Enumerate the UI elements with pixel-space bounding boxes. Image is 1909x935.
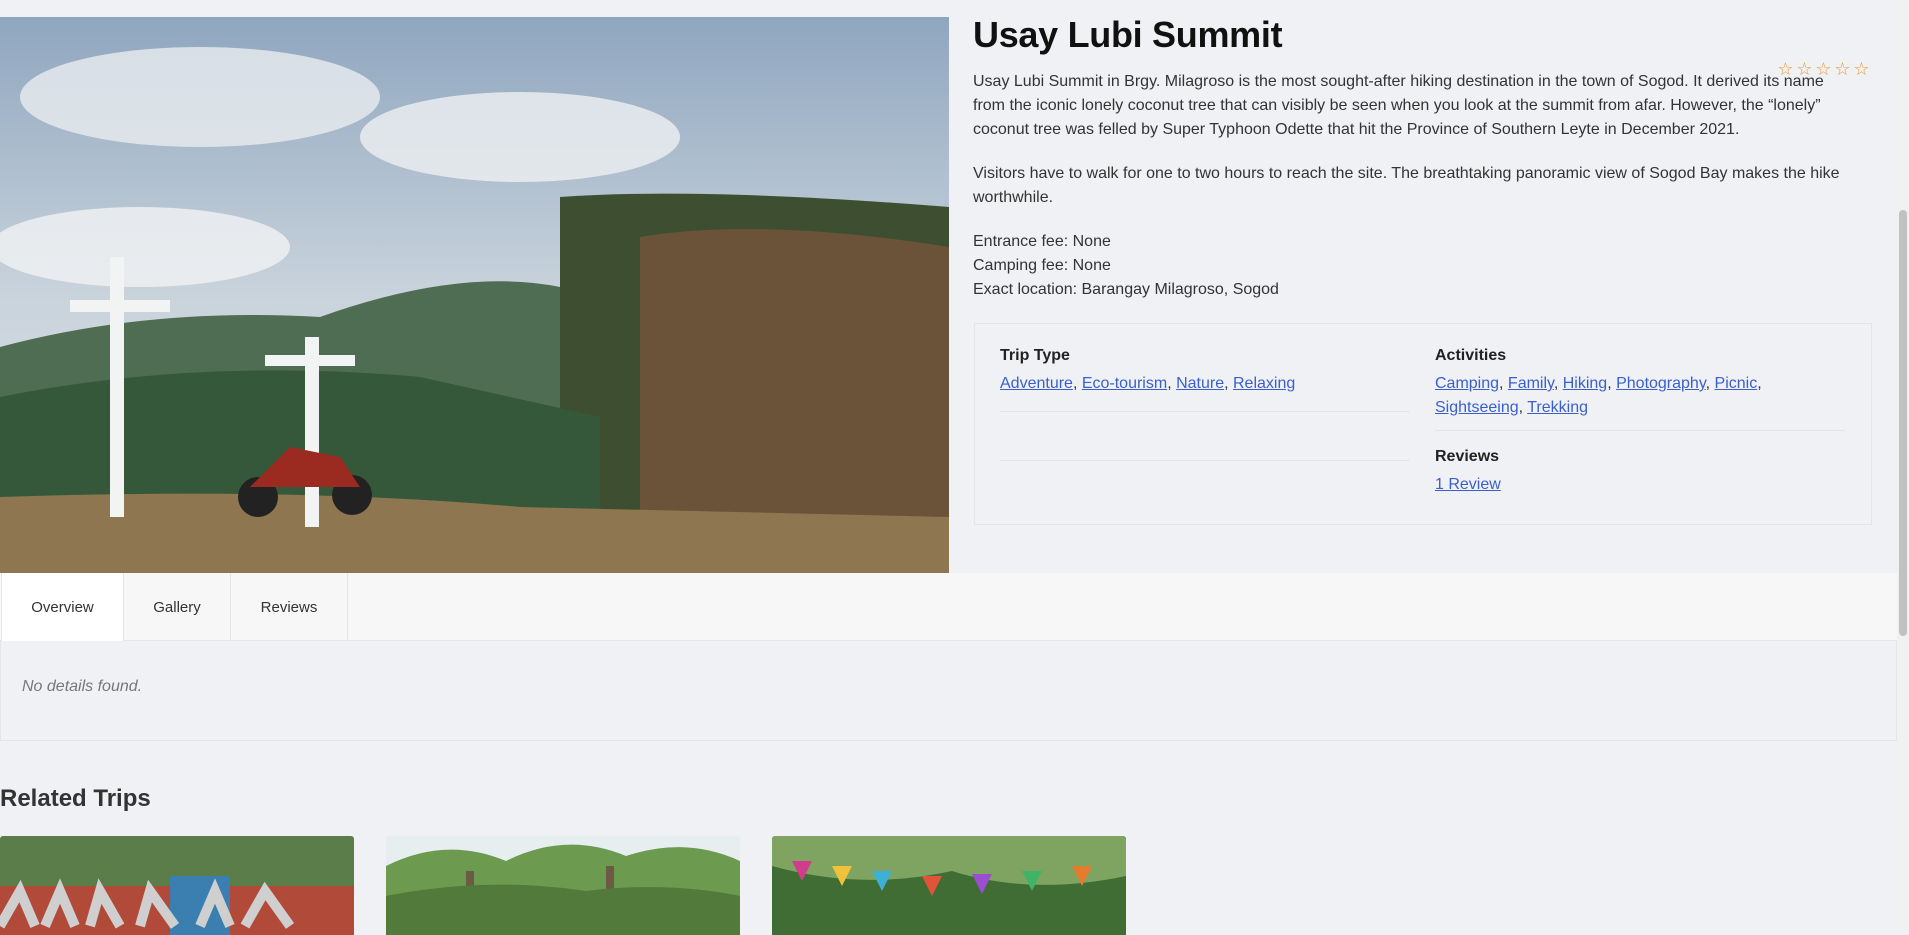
- camping-fee: Camping fee: None: [973, 257, 1111, 274]
- trip-hero-image[interactable]: [0, 17, 949, 573]
- activities-label: Activities: [1435, 347, 1507, 364]
- divider: [1000, 411, 1410, 412]
- divider: [1435, 430, 1845, 431]
- activity-link[interactable]: Hiking: [1563, 375, 1607, 392]
- activities-links: Camping, Family, Hiking, Photography, Pi…: [1435, 375, 1762, 416]
- activity-link[interactable]: Trekking: [1527, 399, 1588, 416]
- reviews-label: Reviews: [1435, 448, 1500, 465]
- trip-type-links: Adventure, Eco-tourism, Nature, Relaxing: [1000, 375, 1296, 392]
- trip-type-link[interactable]: Relaxing: [1233, 375, 1295, 392]
- star-outline-icon[interactable]: ☆: [1853, 60, 1870, 78]
- trip-type-section: Trip Type Adventure, Eco-tourism, Nature…: [1000, 344, 1410, 396]
- trip-fees: Entrance fee: None Camping fee: None Exa…: [973, 230, 1279, 302]
- tab-gallery[interactable]: Gallery: [124, 573, 231, 641]
- description-paragraph: Visitors have to walk for one to two hou…: [973, 165, 1840, 206]
- tab-reviews[interactable]: Reviews: [231, 573, 348, 641]
- trip-detail: Usay Lubi Summit: [973, 14, 1873, 56]
- trip-type-link[interactable]: Eco-tourism: [1082, 375, 1167, 392]
- trip-title: Usay Lubi Summit: [973, 14, 1283, 55]
- tab-panel: No details found.: [0, 641, 1897, 741]
- exact-location: Exact location: Barangay Milagroso, Sogo…: [973, 281, 1279, 298]
- tab-overview[interactable]: Overview: [1, 573, 124, 641]
- page: Usay Lubi Summit ☆ ☆ ☆ ☆ ☆ Usay Lubi Sum…: [0, 0, 1897, 935]
- activity-link[interactable]: Camping: [1435, 375, 1499, 392]
- trip-type-link[interactable]: Adventure: [1000, 375, 1073, 392]
- reviews-links: 1 Review: [1435, 473, 1845, 497]
- related-trip-card[interactable]: [772, 836, 1126, 935]
- activity-link[interactable]: Family: [1508, 375, 1554, 392]
- related-trip-card[interactable]: [386, 836, 740, 935]
- related-trip-card[interactable]: [0, 836, 354, 935]
- description-paragraph: Usay Lubi Summit in Brgy. Milagroso is t…: [973, 73, 1824, 138]
- activity-link[interactable]: Picnic: [1715, 375, 1758, 392]
- entrance-fee: Entrance fee: None: [973, 233, 1111, 250]
- tab-bar: Overview Gallery Reviews: [0, 573, 1897, 641]
- reviews-link[interactable]: 1 Review: [1435, 476, 1501, 493]
- activity-link[interactable]: Photography: [1616, 375, 1706, 392]
- empty-state-text: No details found.: [22, 678, 143, 695]
- related-trips-title: Related Trips: [0, 785, 151, 812]
- activities-section: Activities Camping, Family, Hiking, Phot…: [1435, 344, 1845, 497]
- trip-info-box: Trip Type Adventure, Eco-tourism, Nature…: [974, 323, 1872, 525]
- trip-type-link[interactable]: Nature: [1176, 375, 1224, 392]
- trip-type-label: Trip Type: [1000, 347, 1070, 364]
- activity-link[interactable]: Sightseeing: [1435, 399, 1519, 416]
- divider: [1000, 460, 1410, 461]
- scrollbar-thumb[interactable]: [1899, 210, 1907, 636]
- trip-description: Usay Lubi Summit in Brgy. Milagroso is t…: [973, 70, 1853, 230]
- vertical-scrollbar[interactable]: [1897, 0, 1909, 935]
